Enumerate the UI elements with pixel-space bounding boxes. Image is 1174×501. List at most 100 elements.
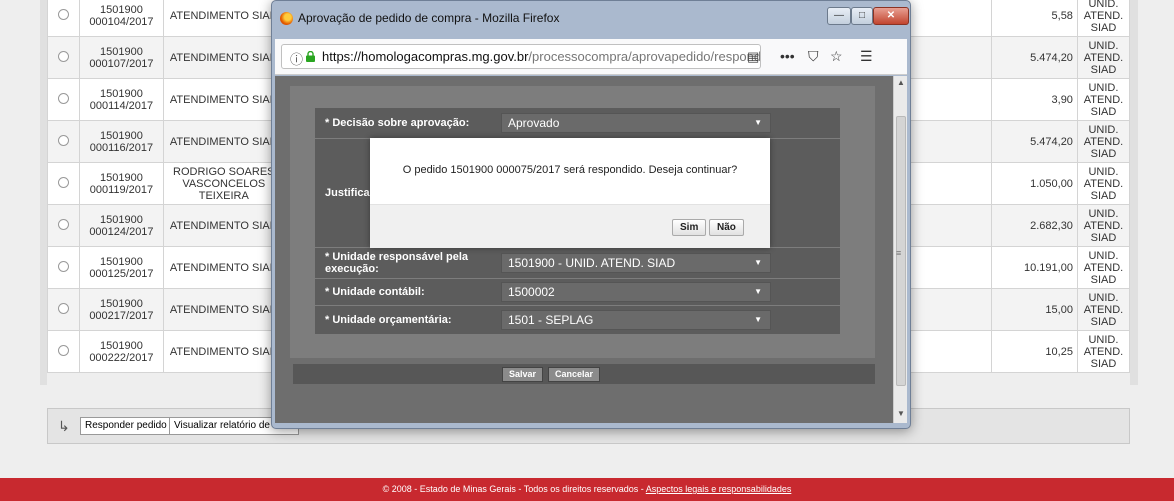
firefox-logo-icon — [280, 12, 293, 25]
responsible-unit-row: * Unidade responsável pela execução: 150… — [315, 248, 840, 278]
admin-unit-line2: ATEND. — [1083, 261, 1124, 274]
popup-content-overlay: * Decisão sobre aprovação: Aprovado ▼ Ju… — [275, 76, 893, 423]
row-radio-cell — [46, 36, 81, 79]
budget-unit-value: 1501 - SEPLAG — [508, 313, 594, 327]
footer: © 2008 - Estado de Minas Gerais - Todos … — [0, 478, 1174, 501]
decision-value: Aprovado — [508, 116, 560, 130]
site-info-icon[interactable]: ⓘ — [290, 49, 303, 68]
yes-button[interactable]: Sim — [672, 219, 707, 236]
row-radio[interactable] — [58, 176, 70, 188]
url-bar[interactable]: ⓘ https://homologacompras.mg.gov.br/proc… — [281, 44, 761, 69]
firefox-popup-window: Aprovação de pedido de compra - Mozilla … — [271, 0, 911, 429]
row-radio[interactable] — [58, 134, 70, 146]
budget-unit-row: * Unidade orçamentária: 1501 - SEPLAG ▼ — [315, 306, 840, 334]
accounting-unit-select[interactable]: 1500002 ▼ — [501, 282, 771, 302]
admin-unit-line3: SIAD — [1090, 357, 1117, 370]
maximize-button[interactable]: □ — [851, 7, 873, 25]
row-radio[interactable] — [58, 302, 70, 314]
right-border — [1130, 0, 1138, 385]
value-cell: 10.191,00 — [991, 246, 1078, 289]
bookmark-star-icon[interactable]: ☆ — [830, 48, 843, 65]
admin-unit-line2: ATEND. — [1083, 93, 1124, 106]
unit-cell: ATENDIMENTO SIAD — [162, 120, 285, 163]
left-border — [40, 0, 47, 385]
pocket-icon[interactable]: ⛉ — [808, 48, 819, 65]
admin-unit-line2: ATEND. — [1083, 177, 1124, 190]
order-code-prefix: 1501900 — [100, 45, 143, 58]
admin-unit-line1: UNID. — [1088, 39, 1119, 52]
decision-select[interactable]: Aprovado ▼ — [501, 113, 771, 133]
row-radio-cell — [46, 330, 81, 373]
order-code-cell: 1501900 000104/2017 — [79, 0, 164, 37]
return-arrow-icon: ↳ — [58, 418, 70, 434]
responsible-unit-label: * Unidade responsável pela execução: — [325, 251, 469, 275]
admin-unit-line3: SIAD — [1090, 63, 1117, 76]
order-code-prefix: 1501900 — [100, 3, 143, 16]
order-code-prefix: 1501900 — [100, 87, 143, 100]
order-code-cell: 1501900 000124/2017 — [79, 204, 164, 247]
row-radio[interactable] — [58, 218, 70, 230]
footer-legal-link[interactable]: Aspectos legais e responsabilidades — [646, 484, 792, 494]
row-radio-cell — [46, 162, 81, 205]
accounting-unit-row: * Unidade contábil: 1500002 ▼ — [315, 279, 840, 305]
admin-unit-cell: UNID. ATEND. SIAD — [1076, 288, 1131, 331]
admin-unit-line1: UNID. — [1088, 249, 1119, 262]
order-code-prefix: 1501900 — [100, 129, 143, 142]
admin-unit-line1: UNID. — [1088, 207, 1119, 220]
order-code-number: 000222/2017 — [89, 351, 154, 364]
lock-icon — [306, 51, 315, 62]
admin-unit-line3: SIAD — [1090, 189, 1117, 202]
admin-unit-line1: UNID. — [1088, 0, 1119, 10]
navigation-toolbar: ⓘ https://homologacompras.mg.gov.br/proc… — [275, 39, 907, 75]
scroll-up-arrow-icon[interactable]: ▲ — [897, 78, 905, 87]
budget-unit-select[interactable]: 1501 - SEPLAG ▼ — [501, 310, 771, 330]
save-button[interactable]: Salvar — [502, 367, 544, 382]
order-code-prefix: 1501900 — [100, 171, 143, 184]
row-radio[interactable] — [58, 92, 70, 104]
chevron-down-icon: ▼ — [754, 258, 762, 267]
respond-order-button[interactable]: Responder pedido — [80, 417, 172, 435]
admin-unit-line2: ATEND. — [1083, 303, 1124, 316]
row-radio[interactable] — [58, 8, 70, 20]
hamburger-menu-icon[interactable]: ☰ — [860, 48, 873, 65]
order-code-number: 000124/2017 — [89, 225, 154, 238]
scroll-down-arrow-icon[interactable]: ▼ — [897, 409, 905, 418]
order-code-prefix: 1501900 — [100, 213, 143, 226]
window-titlebar[interactable]: Aprovação de pedido de compra - Mozilla … — [272, 1, 910, 33]
more-actions-icon[interactable]: ••• — [780, 48, 795, 64]
admin-unit-line3: SIAD — [1090, 273, 1117, 286]
responsible-unit-select[interactable]: 1501900 - UNID. ATEND. SIAD ▼ — [501, 253, 771, 273]
unit-cell: ATENDIMENTO SIAD — [162, 246, 285, 289]
order-code-prefix: 1501900 — [100, 297, 143, 310]
unit-cell: ATENDIMENTO SIAD — [162, 330, 285, 373]
row-radio[interactable] — [58, 260, 70, 272]
minimize-button[interactable]: — — [827, 7, 851, 25]
no-button[interactable]: Não — [709, 219, 744, 236]
reader-view-icon[interactable]: ▤ — [747, 49, 759, 65]
admin-unit-line3: SIAD — [1090, 315, 1117, 328]
row-radio[interactable] — [58, 344, 70, 356]
admin-unit-line1: UNID. — [1088, 81, 1119, 94]
admin-unit-line3: SIAD — [1090, 105, 1117, 118]
unit-cell: ATENDIMENTO SIAD — [162, 36, 285, 79]
admin-unit-line3: SIAD — [1090, 21, 1117, 34]
order-code-cell: 1501900 000114/2017 — [79, 78, 164, 121]
row-radio[interactable] — [58, 50, 70, 62]
order-code-number: 000116/2017 — [89, 141, 154, 154]
confirm-dialog: O pedido 1501900 000075/2017 será respon… — [370, 138, 770, 248]
vertical-scrollbar[interactable]: ▲ ≡ ▼ — [893, 76, 907, 423]
chevron-down-icon: ▼ — [754, 118, 762, 127]
close-window-button[interactable]: ✕ — [873, 7, 909, 25]
unit-cell: RODRIGO SOARES VASCONCELOS TEIXEIRA — [162, 162, 285, 205]
admin-unit-cell: UNID. ATEND. SIAD — [1076, 246, 1131, 289]
chevron-down-icon: ▼ — [754, 315, 762, 324]
order-code-prefix: 1501900 — [100, 339, 143, 352]
value-cell: 5,58 — [991, 0, 1078, 37]
cancel-button[interactable]: Cancelar — [548, 367, 601, 382]
admin-unit-cell: UNID. ATEND. SIAD — [1076, 204, 1131, 247]
admin-unit-line2: ATEND. — [1083, 51, 1124, 64]
admin-unit-cell: UNID. ATEND. SIAD — [1076, 330, 1131, 373]
order-code-number: 000104/2017 — [89, 15, 154, 28]
admin-unit-line3: SIAD — [1090, 231, 1117, 244]
value-cell: 1.050,00 — [991, 162, 1078, 205]
